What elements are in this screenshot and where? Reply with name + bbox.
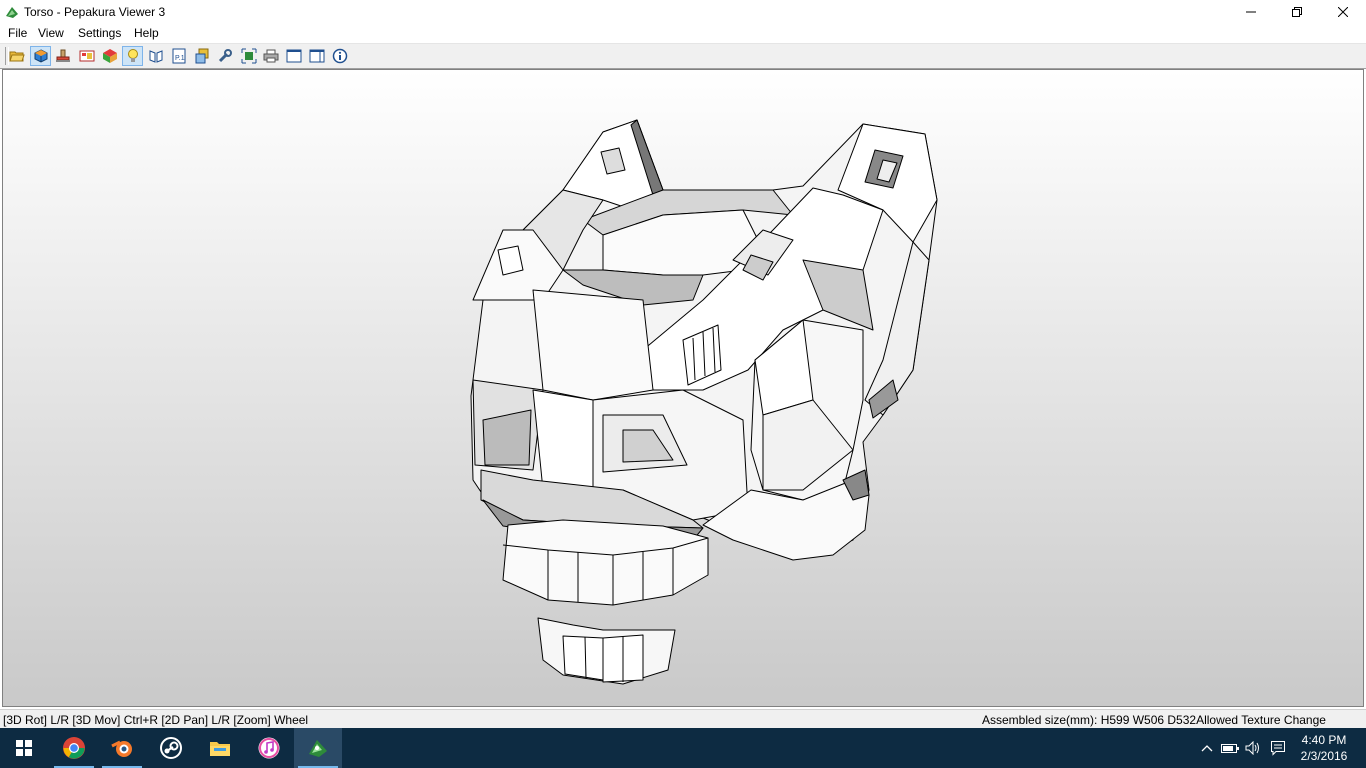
menu-view[interactable]: View — [36, 26, 66, 40]
color-button[interactable] — [99, 46, 120, 66]
single-pane-button[interactable] — [283, 46, 304, 66]
page-icon: P.1 — [172, 48, 185, 64]
svg-text:P.1: P.1 — [175, 55, 185, 62]
single-pane-icon — [286, 49, 301, 63]
layers-button[interactable] — [191, 46, 212, 66]
tray-notifications[interactable] — [1268, 738, 1288, 758]
stamp-button[interactable] — [52, 46, 73, 66]
taskbar-pepakura[interactable] — [294, 728, 342, 768]
minimize-button[interactable] — [1228, 0, 1274, 24]
system-clock[interactable]: 4:40 PM 2/3/2016 — [1296, 732, 1352, 764]
color-cube-icon — [102, 49, 117, 63]
menu-file[interactable]: File — [6, 26, 29, 40]
close-icon — [1338, 7, 1348, 17]
restore-button[interactable] — [1274, 0, 1320, 24]
taskbar-blender[interactable] — [98, 728, 146, 768]
fit-view-icon — [241, 48, 256, 64]
page-button[interactable]: P.1 — [168, 46, 189, 66]
close-button[interactable] — [1320, 0, 1366, 24]
chevron-up-icon — [1201, 745, 1213, 752]
notification-icon — [1271, 741, 1285, 756]
split-pane-button[interactable] — [306, 46, 327, 66]
blender-icon — [111, 740, 132, 757]
3d-viewport[interactable] — [2, 69, 1364, 707]
volume-icon — [1245, 741, 1259, 755]
battery-icon — [1221, 744, 1239, 753]
layers-icon — [195, 48, 208, 64]
3d-model-icon — [34, 49, 47, 63]
about-button[interactable] — [329, 46, 350, 66]
status-hint: [3D Rot] L/R [3D Mov] Ctrl+R [2D Pan] L/… — [3, 713, 309, 727]
taskbar: 4:40 PM 2/3/2016 — [0, 728, 1366, 768]
open-button[interactable] — [6, 46, 27, 66]
fit-view-button[interactable] — [238, 46, 259, 66]
chrome-icon — [63, 737, 85, 759]
itunes-icon — [258, 737, 280, 759]
stamp-icon — [55, 49, 70, 62]
minimize-icon — [1246, 11, 1256, 13]
wrench-icon — [218, 49, 232, 63]
pepakura-icon — [309, 740, 327, 757]
info-icon — [332, 48, 347, 64]
lighting-button[interactable] — [122, 46, 143, 66]
menu-help[interactable]: Help — [132, 26, 161, 40]
steam-icon — [160, 737, 182, 759]
clock-date: 2/3/2016 — [1300, 749, 1348, 763]
title-bar[interactable]: Torso - Pepakura Viewer 3 — [0, 0, 1366, 24]
settings-button[interactable] — [214, 46, 235, 66]
pepakura-frog-icon — [6, 7, 18, 18]
torso-3d-model — [470, 119, 938, 685]
status-assembled-size: Assembled size(mm): H599 W506 D532Allowe… — [982, 713, 1326, 727]
toolbar: P.1 — [0, 44, 1366, 69]
3d-view-button[interactable] — [30, 46, 51, 66]
tray-chevron[interactable] — [1197, 738, 1217, 758]
windows-start-icon — [16, 740, 32, 756]
texture-button[interactable] — [76, 46, 97, 66]
status-bar: [3D Rot] L/R [3D Mov] Ctrl+R [2D Pan] L/… — [0, 709, 1366, 729]
unfold-button[interactable] — [145, 46, 166, 66]
restore-icon — [1292, 7, 1302, 17]
tray-battery[interactable] — [1220, 738, 1240, 758]
file-explorer-icon — [210, 742, 230, 756]
texture-icon — [79, 50, 94, 62]
start-button[interactable] — [0, 728, 48, 768]
open-folder-icon — [8, 51, 25, 62]
taskbar-file-explorer[interactable] — [196, 728, 244, 768]
taskbar-itunes[interactable] — [245, 728, 293, 768]
taskbar-steam[interactable] — [147, 728, 195, 768]
clock-time: 4:40 PM — [1301, 733, 1347, 747]
lightbulb-icon — [127, 49, 138, 62]
unfold-icon — [149, 50, 162, 63]
split-pane-icon — [309, 49, 324, 63]
tray-volume[interactable] — [1243, 738, 1263, 758]
window-title: Torso - Pepakura Viewer 3 — [24, 5, 166, 19]
menu-settings[interactable]: Settings — [76, 26, 123, 40]
print-button[interactable] — [260, 46, 281, 66]
taskbar-chrome[interactable] — [50, 728, 98, 768]
printer-icon — [263, 49, 278, 63]
menu-bar: File View Settings Help — [0, 24, 1366, 44]
